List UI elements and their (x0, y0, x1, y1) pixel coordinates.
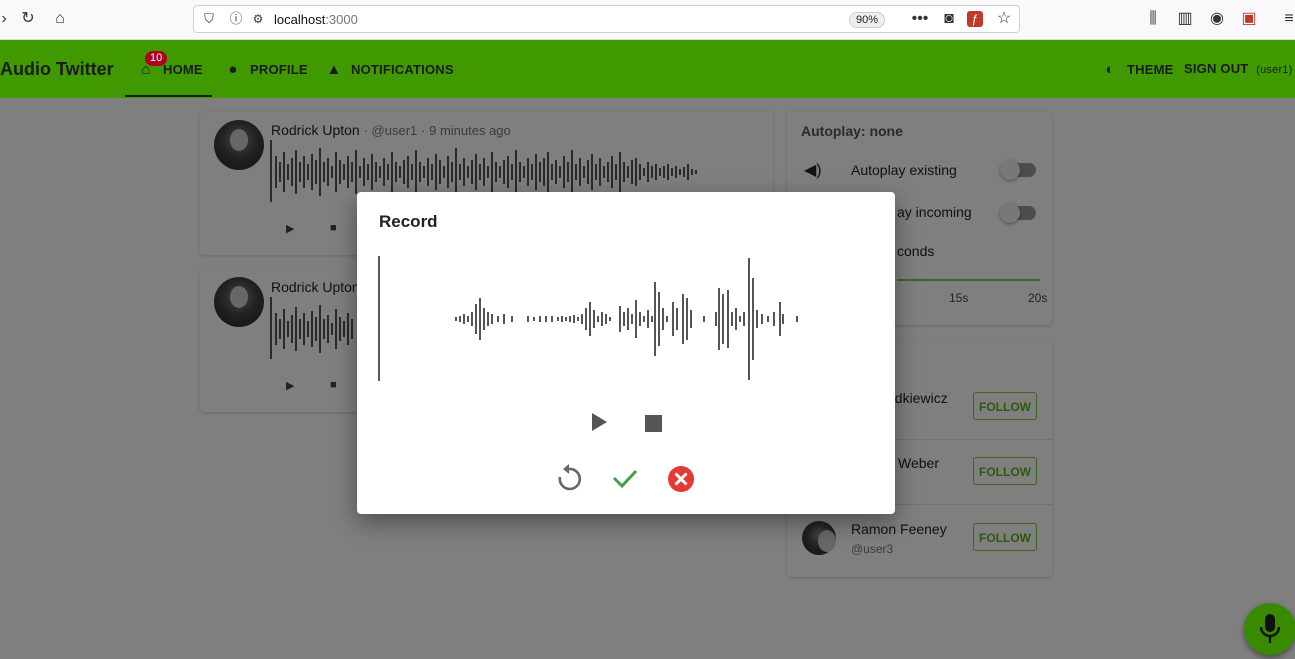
stop-icon[interactable] (645, 415, 662, 432)
brand-title[interactable]: Audio Twitter (0, 59, 114, 80)
sign-out-button[interactable]: SIGN OUT (user1) (1184, 61, 1293, 76)
account-icon[interactable]: ◉ (1207, 9, 1227, 29)
extension-icon[interactable]: ƒ (967, 11, 983, 27)
play-icon[interactable] (589, 411, 609, 433)
nav-notifications[interactable]: ▲ NOTIFICATIONS (325, 61, 454, 78)
browser-toolbar: › ↻ ⌂ ⛉ ⓘ ⚙ localhost:3000 90% ••• ◙ ƒ ☆… (0, 0, 1295, 40)
notification-badge: 10 (145, 51, 168, 66)
addon-icon[interactable]: ▣ (1239, 9, 1259, 29)
nav-profile[interactable]: ● PROFILE (224, 61, 308, 78)
microphone-icon (1259, 614, 1281, 643)
bookmark-star-icon[interactable]: ☆ (994, 9, 1014, 29)
permissions-icon[interactable]: ⚙ (248, 9, 268, 29)
theme-icon: ◐ (1105, 61, 1115, 78)
address-bar[interactable]: ⛉ ⓘ ⚙ localhost:3000 90% ••• ◙ ƒ ☆ (193, 5, 1020, 33)
pocket-icon[interactable]: ◙ (939, 9, 959, 29)
library-icon[interactable]: ⫼ (1143, 9, 1163, 29)
theme-label: THEME (1127, 62, 1174, 77)
cancel-icon[interactable] (667, 465, 695, 493)
shield-icon[interactable]: ⛉ (199, 9, 219, 29)
url-text[interactable]: localhost:3000 (274, 12, 358, 27)
record-fab[interactable] (1244, 603, 1295, 655)
active-tab-indicator (125, 95, 212, 97)
reload-icon[interactable]: ↻ (18, 9, 38, 29)
dialog-title: Record (379, 212, 438, 231)
url-port: :3000 (325, 12, 358, 27)
app-bar: Audio Twitter ⌂ HOME 10 ● PROFILE ▲ NOTIFIC… (0, 40, 1295, 98)
menu-icon[interactable]: ≡ (1279, 9, 1295, 29)
nav-notifications-label: NOTIFICATIONS (351, 62, 454, 77)
bell-icon: ▲ (326, 61, 342, 78)
info-icon[interactable]: ⓘ (226, 9, 246, 29)
sign-out-label: SIGN OUT (1184, 61, 1249, 76)
home-icon[interactable]: ⌂ (50, 9, 70, 29)
nav-profile-label: PROFILE (250, 62, 308, 77)
account-circle-icon: ● (228, 61, 238, 78)
url-host: localhost (274, 12, 326, 27)
check-icon[interactable] (611, 464, 639, 492)
forward-icon[interactable]: › (0, 9, 14, 29)
theme-button[interactable]: ◐ THEME (1101, 61, 1174, 78)
more-actions-icon[interactable]: ••• (910, 9, 930, 29)
record-dialog: Record (357, 192, 895, 514)
reset-icon[interactable] (555, 464, 583, 492)
sidebar-icon[interactable]: ▥ (1175, 9, 1195, 29)
record-waveform[interactable] (378, 256, 808, 382)
zoom-level[interactable]: 90% (849, 12, 886, 28)
current-user: (user1) (1256, 64, 1293, 76)
nav-home-label: HOME (163, 62, 203, 77)
